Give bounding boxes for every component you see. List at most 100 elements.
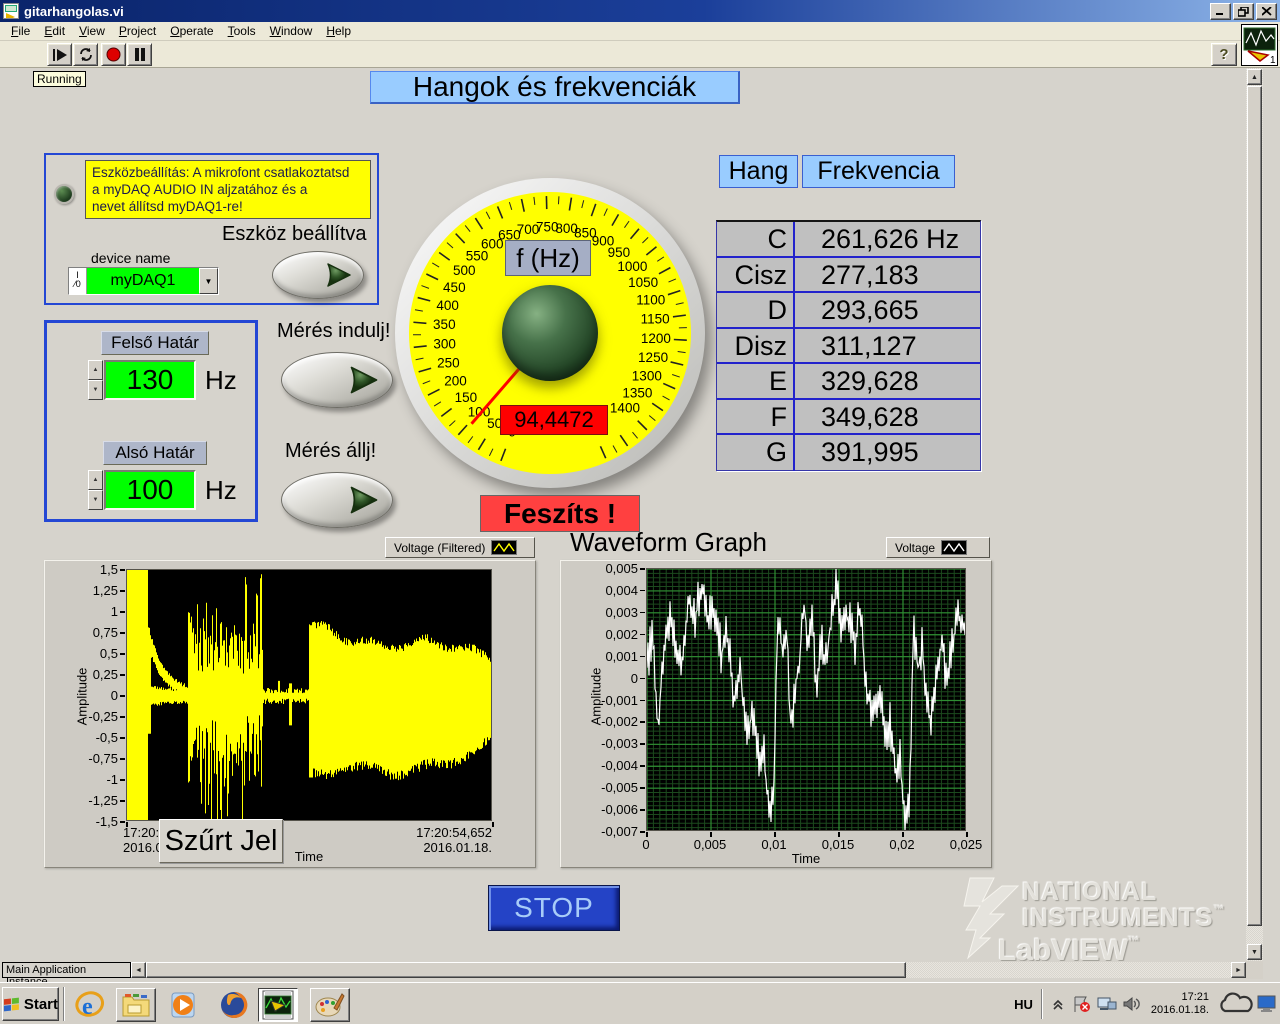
svg-text:1200: 1200 [641, 331, 671, 346]
measure-start-button[interactable] [281, 352, 393, 408]
media-player-icon[interactable] [164, 988, 204, 1022]
device-name-value[interactable]: myDAQ1 [87, 268, 199, 294]
run-continuously-button[interactable] [73, 43, 98, 66]
gauge-knob[interactable] [502, 285, 598, 381]
device-name-combo[interactable]: I⁄0 myDAQ1 ▼ [68, 267, 219, 295]
language-indicator[interactable]: HU [1014, 997, 1033, 1012]
scroll-right-button[interactable]: ► [1231, 962, 1246, 978]
y-tick-label: 0,003 [574, 605, 638, 620]
note-name: C [717, 222, 795, 256]
note-frequency: 349,628 [795, 400, 980, 434]
resize-corner [1246, 961, 1263, 979]
lower-limit-field[interactable]: 100 [104, 470, 196, 510]
abort-button[interactable] [101, 43, 126, 66]
menu-tools[interactable]: Tools [221, 22, 263, 40]
legend-voltage-filtered[interactable]: Voltage (Filtered) [385, 537, 535, 558]
table-row: F349,628 [717, 400, 980, 436]
svg-text:1400: 1400 [610, 400, 640, 415]
svg-text:1250: 1250 [638, 350, 668, 365]
context-collapse-button[interactable]: ◄ [131, 962, 146, 978]
svg-text:350: 350 [433, 317, 456, 332]
menu-operate[interactable]: Operate [163, 22, 220, 40]
note-name: D [717, 293, 795, 327]
restore-button[interactable] [1233, 3, 1254, 20]
window-titlebar[interactable]: gitarhangolas.vi [0, 0, 1280, 22]
menu-view[interactable]: View [72, 22, 112, 40]
combo-dropdown-arrow[interactable]: ▼ [199, 268, 218, 294]
device-set-label: Eszköz beállítva [222, 223, 367, 246]
y-tick-label: 0 [574, 671, 638, 686]
measure-stop-button[interactable] [281, 472, 393, 528]
y-tick-label: -0,002 [574, 714, 638, 729]
legend-label: Voltage (Filtered) [394, 541, 485, 555]
run-button[interactable] [47, 43, 72, 66]
menu-help[interactable]: Help [319, 22, 358, 40]
note-frequency: 293,665 [795, 293, 980, 327]
help-button[interactable]: ? [1211, 43, 1237, 66]
taskbar-divider [63, 987, 65, 1021]
waveform-graph[interactable]: Amplitude Time 0,0050,0040,0030,0020,001… [560, 560, 992, 868]
scroll-up-button[interactable]: ▲ [1247, 69, 1262, 85]
frequency-gauge[interactable]: 0501001502002503003504004505005506006507… [393, 176, 707, 490]
table-row: Cisz277,183 [717, 258, 980, 294]
upper-limit-unit: Hz [205, 365, 237, 396]
menu-window[interactable]: Window [263, 22, 320, 40]
start-button[interactable]: Start [2, 987, 59, 1021]
y-tick-label: 1,25 [54, 583, 118, 598]
horizontal-scrollbar[interactable] [146, 962, 1231, 978]
lower-limit-unit: Hz [205, 475, 237, 506]
lower-limit-stepper[interactable]: ▲▼ [88, 470, 103, 510]
display-settings-icon[interactable] [1257, 995, 1277, 1013]
internet-explorer-icon[interactable]: e [70, 988, 110, 1022]
x-tick-label: 0,02 [872, 837, 932, 852]
table-row: D293,665 [717, 293, 980, 329]
measure-stop-label: Mérés állj! [285, 440, 376, 463]
context-selector[interactable]: Main Application Instance [2, 962, 131, 978]
file-explorer-icon[interactable] [116, 988, 156, 1022]
device-set-button[interactable] [272, 251, 364, 299]
x-tick-label: 0,015 [808, 837, 868, 852]
volume-icon[interactable] [1123, 996, 1141, 1012]
waveform-graph-title: Waveform Graph [570, 527, 767, 558]
vertical-scrollbar[interactable]: ▲ ▼ [1246, 68, 1263, 961]
taskbar: Start e HU 17:21 2 [0, 982, 1280, 1024]
horizontal-scroll-thumb[interactable] [146, 962, 906, 978]
close-button[interactable] [1256, 3, 1277, 20]
security-alert-icon[interactable] [1071, 995, 1091, 1013]
legend-voltage[interactable]: Voltage [886, 537, 990, 558]
y-tick-label: 0,5 [54, 646, 118, 661]
menu-edit[interactable]: Edit [37, 22, 72, 40]
vi-icon-number: 1 [1270, 55, 1276, 65]
menu-project[interactable]: Project [112, 22, 163, 40]
y-tick-label: 0,004 [574, 583, 638, 598]
upper-limit-field[interactable]: 130 [104, 360, 196, 400]
stop-button[interactable]: STOP [488, 885, 620, 931]
x-tick-label: 0,025 [936, 837, 996, 852]
x-tick-label: 0,01 [744, 837, 804, 852]
x-tick-label: 0,005 [680, 837, 740, 852]
svg-text:1000: 1000 [617, 259, 647, 274]
legend-label: Voltage [895, 541, 935, 555]
minimize-button[interactable] [1210, 3, 1231, 20]
vertical-scroll-thumb[interactable] [1247, 86, 1262, 926]
note-name: E [717, 364, 795, 398]
tray-clock[interactable]: 17:21 2016.01.18. [1151, 991, 1209, 1017]
labview-taskbar-icon[interactable] [258, 988, 298, 1022]
y-tick-label: 0,25 [54, 667, 118, 682]
upper-limit-stepper[interactable]: ▲▼ [88, 360, 103, 400]
note-frequency: 277,183 [795, 258, 980, 292]
tray-chevron-icon[interactable] [1051, 997, 1065, 1011]
lower-limit-label: Alsó Határ [103, 441, 207, 465]
cloud-sync-icon[interactable] [1215, 991, 1255, 1017]
y-tick-label: 0,75 [54, 625, 118, 640]
system-tray: HU 17:21 2016.01.18. [1014, 983, 1280, 1024]
filtered-signal-graph[interactable]: Amplitude 17:20:49,6522016.01.18. 17:20:… [44, 560, 536, 868]
menu-file[interactable]: File [4, 22, 37, 40]
firefox-icon[interactable] [214, 988, 254, 1022]
pause-button[interactable] [127, 43, 152, 66]
network-icon[interactable] [1097, 996, 1117, 1012]
scroll-down-button[interactable]: ▼ [1247, 944, 1262, 960]
svg-text:1150: 1150 [641, 312, 670, 327]
setup-led-indicator[interactable] [54, 184, 74, 204]
paint-icon[interactable] [310, 988, 350, 1022]
